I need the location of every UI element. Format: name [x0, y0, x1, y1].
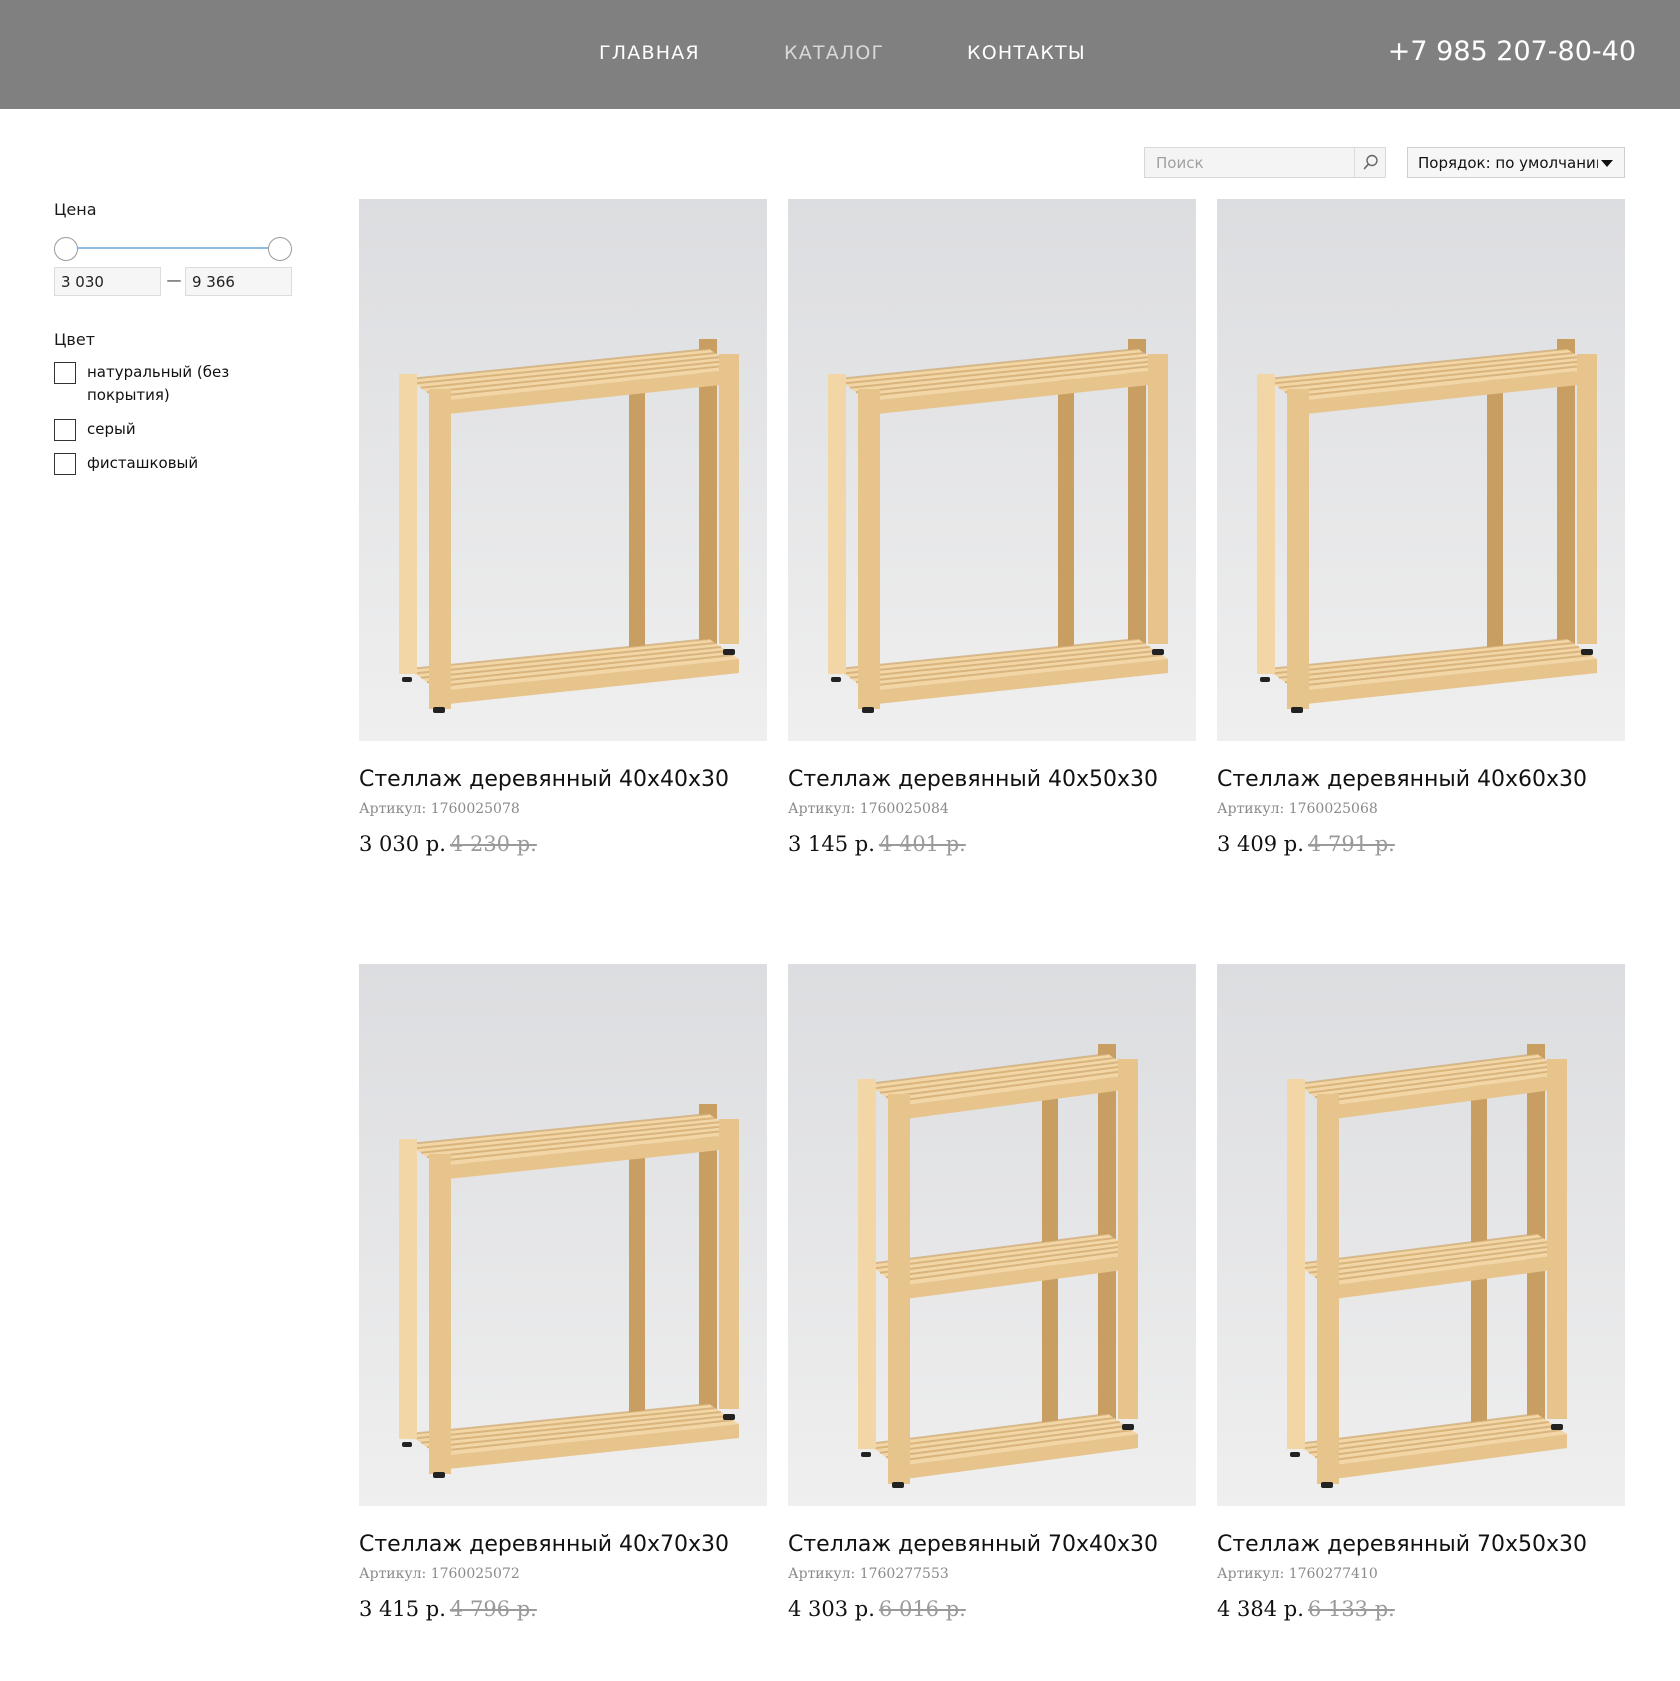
- product-price: 3 415 р.: [359, 1597, 446, 1621]
- product-card[interactable]: Стеллаж деревянный 70х40х30 Артикул: 176…: [788, 964, 1196, 1621]
- product-price-row: 3 415 р. 4 796 р.: [359, 1597, 767, 1621]
- product-price-row: 4 384 р. 6 133 р.: [1217, 1597, 1625, 1621]
- phone-number[interactable]: +7 985 207-80-40: [1388, 36, 1636, 67]
- product-sku: Артикул: 1760025068: [1217, 801, 1625, 817]
- product-title[interactable]: Стеллаж деревянный 70х50х30: [1217, 1532, 1625, 1557]
- sku-value: 1760025084: [859, 801, 949, 817]
- site-header: ГЛАВНАЯ КАТАЛОГ КОНТАКТЫ +7 985 207-80-4…: [0, 0, 1680, 109]
- product-card[interactable]: Стеллаж деревянный 70х50х30 Артикул: 176…: [1217, 964, 1625, 1621]
- product-title[interactable]: Стеллаж деревянный 40х70х30: [359, 1532, 767, 1557]
- product-old-price: 4 401 р.: [878, 832, 966, 856]
- product-sku: Артикул: 1760277410: [1217, 1566, 1625, 1582]
- product-card[interactable]: Стеллаж деревянный 40х60х30 Артикул: 176…: [1217, 199, 1625, 856]
- chevron-down-icon: [1601, 160, 1613, 167]
- sku-value: 1760025068: [1288, 801, 1378, 817]
- product-old-price: 6 016 р.: [878, 1597, 966, 1621]
- product-price: 3 030 р.: [359, 832, 446, 856]
- sort-select-value: Порядок: по умолчанию: [1418, 154, 1598, 172]
- shelf-illustration: [359, 964, 767, 1506]
- product-old-price: 6 133 р.: [1307, 1597, 1395, 1621]
- search-icon: [1363, 154, 1378, 170]
- product-sku: Артикул: 1760025084: [788, 801, 1196, 817]
- price-filter: Цена —: [54, 200, 314, 330]
- shelf-illustration: [788, 964, 1196, 1506]
- product-old-price: 4 791 р.: [1307, 832, 1395, 856]
- shelf-illustration: [788, 199, 1196, 741]
- price-range-dash: —: [166, 271, 182, 289]
- sku-value: 1760025072: [430, 1566, 520, 1582]
- product-sku: Артикул: 1760025072: [359, 1566, 767, 1582]
- search-input[interactable]: [1145, 148, 1355, 177]
- color-filter: Цвет натуральный (без покрытия) серый фи…: [54, 330, 314, 475]
- sku-label: Артикул:: [1217, 1566, 1285, 1582]
- product-price: 3 409 р.: [1217, 832, 1304, 856]
- product-title[interactable]: Стеллаж деревянный 40х40х30: [359, 767, 767, 792]
- product-image[interactable]: [359, 199, 767, 741]
- nav-item-home[interactable]: ГЛАВНАЯ: [599, 42, 700, 64]
- product-price-row: 4 303 р. 6 016 р.: [788, 1597, 1196, 1621]
- product-title[interactable]: Стеллаж деревянный 40х50х30: [788, 767, 1196, 792]
- price-slider-min-handle[interactable]: [54, 237, 78, 261]
- sku-label: Артикул:: [359, 1566, 427, 1582]
- shelf-illustration: [1217, 199, 1625, 741]
- product-sku: Артикул: 1760277553: [788, 1566, 1196, 1582]
- checkbox-pistachio[interactable]: [54, 453, 76, 475]
- product-image[interactable]: [788, 964, 1196, 1506]
- price-slider-max-handle[interactable]: [268, 237, 292, 261]
- filters-sidebar: Цена — Цвет натуральный (без покрытия) с…: [54, 200, 314, 486]
- sku-label: Артикул:: [788, 801, 856, 817]
- product-card[interactable]: Стеллаж деревянный 40х40х30 Артикул: 176…: [359, 199, 767, 856]
- color-option-label: натуральный (без покрытия): [87, 363, 230, 404]
- nav-item-catalog[interactable]: КАТАЛОГ: [784, 42, 884, 64]
- product-title[interactable]: Стеллаж деревянный 40х60х30: [1217, 767, 1625, 792]
- color-options: натуральный (без покрытия) серый фисташк…: [54, 361, 314, 475]
- sku-value: 1760025078: [430, 801, 520, 817]
- color-filter-title: Цвет: [54, 330, 96, 349]
- price-filter-title: Цена: [54, 200, 97, 219]
- price-slider-track[interactable]: [66, 247, 280, 249]
- sku-value: 1760277553: [859, 1566, 949, 1582]
- product-price: 4 384 р.: [1217, 1597, 1304, 1621]
- checkbox-gray[interactable]: [54, 419, 76, 441]
- product-image[interactable]: [1217, 964, 1625, 1506]
- price-max-input[interactable]: [185, 267, 292, 296]
- color-option-label: серый: [87, 420, 136, 438]
- sku-label: Артикул:: [788, 1566, 856, 1582]
- product-old-price: 4 230 р.: [449, 832, 537, 856]
- product-title[interactable]: Стеллаж деревянный 70х40х30: [788, 1532, 1196, 1557]
- checkbox-natural[interactable]: [54, 362, 76, 384]
- search-box: [1144, 147, 1386, 178]
- product-price: 3 145 р.: [788, 832, 875, 856]
- sku-label: Артикул:: [1217, 801, 1285, 817]
- color-option-natural[interactable]: натуральный (без покрытия): [54, 361, 314, 407]
- sku-value: 1760277410: [1288, 1566, 1378, 1582]
- product-price-row: 3 030 р. 4 230 р.: [359, 832, 767, 856]
- price-min-input[interactable]: [54, 267, 161, 296]
- product-card[interactable]: Стеллаж деревянный 40х50х30 Артикул: 176…: [788, 199, 1196, 856]
- color-option-pistachio[interactable]: фисташковый: [54, 452, 314, 475]
- product-price-row: 3 145 р. 4 401 р.: [788, 832, 1196, 856]
- color-option-label: фисташковый: [87, 454, 199, 472]
- color-option-gray[interactable]: серый: [54, 418, 314, 441]
- product-price: 4 303 р.: [788, 1597, 875, 1621]
- search-button[interactable]: [1354, 148, 1385, 177]
- product-image[interactable]: [359, 964, 767, 1506]
- product-image[interactable]: [1217, 199, 1625, 741]
- shelf-illustration: [359, 199, 767, 741]
- nav-item-contacts[interactable]: КОНТАКТЫ: [967, 42, 1086, 64]
- sku-label: Артикул:: [359, 801, 427, 817]
- product-old-price: 4 796 р.: [449, 1597, 537, 1621]
- product-image[interactable]: [788, 199, 1196, 741]
- product-card[interactable]: Стеллаж деревянный 40х70х30 Артикул: 176…: [359, 964, 767, 1621]
- product-price-row: 3 409 р. 4 791 р.: [1217, 832, 1625, 856]
- product-sku: Артикул: 1760025078: [359, 801, 767, 817]
- shelf-illustration: [1217, 964, 1625, 1506]
- sort-select[interactable]: Порядок: по умолчанию: [1407, 147, 1625, 178]
